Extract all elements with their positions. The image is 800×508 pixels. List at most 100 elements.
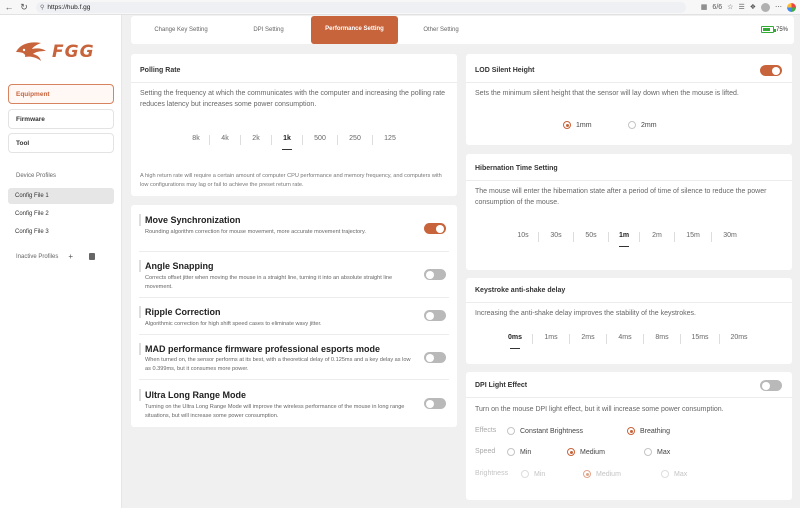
url-text: https://hub.f.gg xyxy=(47,3,91,11)
hibernation-title: Hibernation Time Setting xyxy=(475,165,558,172)
settings-tabbar: Change Key Setting DPI Setting Performan… xyxy=(131,16,794,44)
hibernation-option-50s[interactable]: 50s xyxy=(574,232,608,242)
polling-option-2k[interactable]: 2k xyxy=(241,135,271,145)
speed-medium[interactable]: Medium xyxy=(567,448,605,456)
ripple-correction-title: Ripple Correction xyxy=(145,307,221,317)
config-file-1[interactable]: Config File 1 xyxy=(8,188,114,204)
hibernation-option-30m[interactable]: 30m xyxy=(712,232,748,242)
tab-dpi-setting[interactable]: DPI Setting xyxy=(231,16,306,44)
ultra-long-range-title: Ultra Long Range Mode xyxy=(145,390,246,400)
effect-constant-brightness[interactable]: Constant Brightness xyxy=(507,427,583,435)
extensions-icon[interactable]: ❖ xyxy=(750,3,756,11)
nav-equipment[interactable]: Equipment xyxy=(8,84,114,104)
polling-option-8k[interactable]: 8k xyxy=(183,135,209,145)
speed-max[interactable]: Max xyxy=(644,448,670,456)
ripple-correction-toggle[interactable] xyxy=(424,310,446,321)
radio-dot xyxy=(507,448,515,456)
polling-option-250[interactable]: 250 xyxy=(338,135,372,145)
dpi-light-toggle[interactable] xyxy=(760,380,782,391)
tab-change-key-setting[interactable]: Change Key Setting xyxy=(131,16,231,44)
features-card: Move Synchronization Rounding algorithm … xyxy=(131,205,457,427)
dpi-light-description: Turn on the mouse DPI light effect, but … xyxy=(475,406,724,413)
battery-level: 75% xyxy=(775,26,788,33)
speed-label: Speed xyxy=(475,448,496,455)
hibernation-option-30s[interactable]: 30s xyxy=(539,232,573,242)
translate-icon[interactable]: ▦ xyxy=(701,3,708,11)
radio-dot xyxy=(583,470,591,478)
inactive-profiles-row: Inactive Profiles + xyxy=(16,252,106,261)
back-icon[interactable]: ← xyxy=(3,1,15,13)
radio-dot xyxy=(661,470,669,478)
polling-option-500[interactable]: 500 xyxy=(303,135,337,145)
keystroke-option-8ms[interactable]: 8ms xyxy=(644,334,680,344)
keystroke-title: Keystroke anti-shake delay xyxy=(475,287,566,294)
delete-profile-icon[interactable] xyxy=(89,253,96,260)
lod-toggle[interactable] xyxy=(760,65,782,76)
battery-icon xyxy=(760,26,776,33)
ultra-long-range-toggle[interactable] xyxy=(424,398,446,409)
lod-option-1mm[interactable]: 1mm xyxy=(563,121,592,129)
brightness-min[interactable]: Min xyxy=(521,470,545,478)
hibernation-option-2m[interactable]: 2m xyxy=(640,232,674,242)
favorite-star-icon[interactable]: ☆ xyxy=(727,3,733,11)
keystroke-description: Increasing the anti-shake delay improves… xyxy=(475,310,696,317)
polling-option-4k[interactable]: 4k xyxy=(210,135,240,145)
nav-tool[interactable]: Tool xyxy=(8,133,114,153)
copilot-icon[interactable] xyxy=(787,2,796,12)
brightness-max[interactable]: Max xyxy=(661,470,687,478)
ultra-long-range-desc: Turning on the Ultra Long Range Mode wil… xyxy=(145,404,405,419)
zoom-indicator[interactable]: 6/6 xyxy=(712,4,722,11)
hibernation-selector: 10s 30s 50s 1m 2m 15m 30m xyxy=(508,232,748,247)
hibernation-option-10s[interactable]: 10s xyxy=(508,232,538,242)
keystroke-option-2ms[interactable]: 2ms xyxy=(570,334,606,344)
brightness-medium[interactable]: Medium xyxy=(583,470,621,478)
effect-breathing-label: Breathing xyxy=(640,427,670,435)
radio-dot xyxy=(567,448,575,456)
polling-option-125[interactable]: 125 xyxy=(373,135,407,145)
lod-description: Sets the minimum silent height that the … xyxy=(475,90,739,97)
speed-medium-label: Medium xyxy=(580,448,605,456)
lod-title: LOD Silent Height xyxy=(475,67,535,74)
refresh-icon[interactable]: ↻ xyxy=(18,1,30,13)
effect-constant-brightness-label: Constant Brightness xyxy=(520,427,584,435)
nav-firmware[interactable]: Firmware xyxy=(8,109,114,129)
collections-icon[interactable]: ☰ xyxy=(738,3,744,11)
tab-performance-setting[interactable]: Performance Setting xyxy=(311,16,398,44)
brightness-max-label: Max xyxy=(674,470,688,478)
hibernation-option-1m[interactable]: 1m xyxy=(609,232,639,247)
sidebar: FGG Equipment Firmware Tool Device Profi… xyxy=(0,15,122,508)
lod-option-2mm[interactable]: 2mm xyxy=(628,121,657,129)
lod-option-1mm-label: 1mm xyxy=(576,121,592,129)
keystroke-option-0ms[interactable]: 0ms xyxy=(498,334,532,349)
keystroke-option-15ms[interactable]: 15ms xyxy=(681,334,719,344)
polling-rate-note: A high return rate will require a certai… xyxy=(140,173,442,188)
effect-breathing[interactable]: Breathing xyxy=(627,427,670,435)
dpi-light-card: DPI Light Effect Turn on the mouse DPI l… xyxy=(466,372,792,500)
hibernation-option-15m[interactable]: 15m xyxy=(675,232,711,242)
tab-other-setting[interactable]: Other Setting xyxy=(401,16,481,44)
add-profile-icon[interactable]: + xyxy=(68,252,73,261)
mad-mode-desc: When turned on, the sensor performs at i… xyxy=(145,357,411,372)
config-file-3[interactable]: Config File 3 xyxy=(8,224,114,240)
mad-mode-title: MAD performance firmware professional es… xyxy=(145,344,381,354)
menu-dots-icon[interactable]: ⋯ xyxy=(775,3,782,11)
speed-min[interactable]: Min xyxy=(507,448,531,456)
keystroke-option-1ms[interactable]: 1ms xyxy=(533,334,569,344)
address-bar[interactable]: ⚲ https://hub.f.gg xyxy=(36,1,686,13)
speed-max-label: Max xyxy=(657,448,671,456)
inactive-profiles-label: Inactive Profiles xyxy=(16,253,59,260)
angle-snapping-desc: Corrects offset jitter when moving the m… xyxy=(145,275,393,290)
config-file-2[interactable]: Config File 2 xyxy=(8,206,114,222)
angle-snapping-toggle[interactable] xyxy=(424,269,446,280)
lock-icon: ⚲ xyxy=(40,4,45,11)
profile-avatar[interactable] xyxy=(761,2,770,12)
keystroke-option-20ms[interactable]: 20ms xyxy=(720,334,758,344)
effects-label: Effects xyxy=(475,427,497,434)
keystroke-option-4ms[interactable]: 4ms xyxy=(607,334,643,344)
move-sync-toggle[interactable] xyxy=(424,223,446,234)
polling-option-1k[interactable]: 1k xyxy=(272,135,302,150)
mad-mode-toggle[interactable] xyxy=(424,352,446,363)
brightness-min-label: Min xyxy=(534,470,546,478)
lod-card: LOD Silent Height Sets the minimum silen… xyxy=(466,54,792,145)
polling-rate-card: Polling Rate Setting the frequency at wh… xyxy=(131,54,457,196)
